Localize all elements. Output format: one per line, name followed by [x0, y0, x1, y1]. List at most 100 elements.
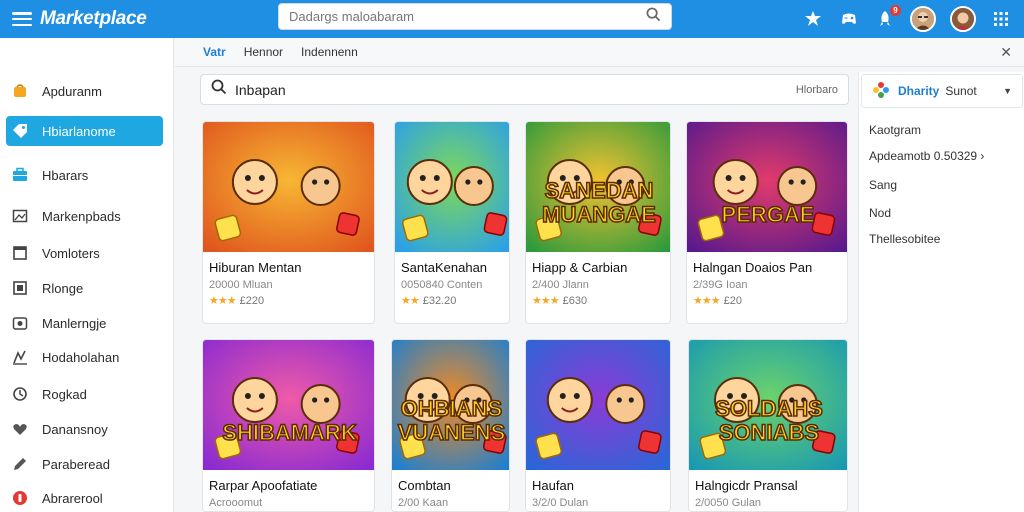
game-card[interactable]: Hiburan Mentan 20000 Mluan ★★★ £220 — [202, 121, 375, 324]
star-icon: ★★★ — [532, 295, 560, 307]
menu-icon[interactable] — [12, 12, 32, 26]
sidebar-item-apduranm[interactable]: Apduranm — [6, 76, 163, 106]
tag-icon — [12, 123, 28, 139]
sidebar-item-label: Abrarerool — [42, 490, 103, 506]
sort-label: Dharity — [898, 84, 940, 98]
chart-icon — [12, 349, 28, 365]
game-title[interactable]: Hiburan Mentan — [209, 260, 374, 275]
game-thumbnail[interactable] — [526, 340, 670, 470]
game-subtitle: 0050840 Conten — [401, 279, 483, 291]
top-search-input[interactable] — [289, 9, 646, 24]
tab-hennor[interactable]: Hennor — [244, 45, 283, 59]
game-subtitle: 2/39G Ioan — [693, 279, 748, 291]
game-thumbnail[interactable]: SHIBAMARK — [203, 340, 374, 470]
game-card[interactable]: OHBIANSVUANENS Combtan 2/00 Kaan ★★ £650 — [391, 339, 510, 512]
game-thumbnail[interactable]: OHBIANS VUANENS — [392, 340, 509, 470]
game-title[interactable]: Rarpar Apoofatiate — [209, 478, 374, 493]
sub-tab-bar: Vatr Hennor Indennenn ✕ — [175, 38, 1024, 67]
sidebar-item-rlonge[interactable]: Rlonge — [6, 273, 163, 303]
app-title: Marketplace — [40, 8, 147, 29]
game-title[interactable]: Combtan — [398, 478, 509, 493]
svg-text:SOLDAHS: SOLDAHS — [715, 396, 823, 421]
sidebar-item-paraberead[interactable]: Paraberead — [6, 449, 163, 479]
search-icon[interactable] — [646, 7, 661, 27]
game-thumbnail[interactable]: PERGAE — [687, 122, 847, 252]
tab-indennenn[interactable]: Indennenn — [301, 45, 358, 59]
game-thumbnail[interactable] — [203, 122, 374, 252]
sidebar-item-label: Hbiarlanome — [42, 123, 116, 139]
game-subtitle: 20000 Mluan — [209, 279, 273, 291]
star-icon: ★★ — [401, 295, 420, 307]
sidebar-item-label: Manlerngje — [42, 315, 107, 331]
game-subtitle: 3/2/0 Dulan — [532, 497, 589, 509]
sidebar-item-hbiarlanome[interactable]: Hbiarlanome — [6, 116, 163, 146]
game-subtitle: 2/0050 Gulan — [695, 497, 762, 509]
chevron-down-icon: ▼ — [1003, 86, 1012, 96]
game-rating: ★★★ £220 — [209, 294, 374, 308]
square-icon — [12, 245, 28, 261]
search-hint: Hlorbaro — [795, 83, 838, 96]
rocket-icon[interactable]: 9 — [874, 5, 901, 30]
game-rating: ★★★ £630 — [532, 294, 670, 308]
sidebar-item-markenpbads[interactable]: Markenpbads — [6, 201, 163, 231]
briefcase-icon — [12, 167, 28, 183]
close-icon[interactable]: ✕ — [1000, 44, 1012, 61]
filter-option[interactable]: Thellesobitee — [869, 232, 940, 246]
game-price: £630 — [562, 294, 588, 307]
filter-option[interactable]: Apdeamotb 0.50329 › — [869, 149, 984, 163]
sidebar-item-danansnoy[interactable]: Danansnoy — [6, 414, 163, 444]
notification-badge: 9 — [890, 5, 901, 16]
game-thumbnail[interactable]: SANEDAN MUANGAE — [526, 122, 670, 252]
tab-vatr[interactable]: Vatr — [203, 45, 226, 59]
top-icons: 9 — [802, 0, 1012, 38]
sort-value: Sunot — [945, 84, 977, 98]
content-search-input[interactable] — [235, 81, 796, 98]
sidebar-item-hbarars[interactable]: Hbarars — [6, 160, 163, 190]
sidebar-item-vomloters[interactable]: Vomloters — [6, 238, 163, 268]
avatar[interactable] — [910, 6, 936, 32]
game-thumbnail[interactable]: SOLDAHS SONIABS — [689, 340, 847, 470]
game-rating: ★★★ £20 — [693, 294, 847, 308]
sidebar-item-abrarerool[interactable]: Abrarerool — [6, 483, 163, 512]
sidebar-item-rogkad[interactable]: Rogkad — [6, 379, 163, 409]
gamepad-icon[interactable] — [838, 8, 860, 30]
game-card[interactable]: SantaKenahan 0050840 Conten ★★ £32.20 — [394, 121, 510, 324]
game-card[interactable]: SANEDAN MUANGAE Hiapp & Carbian 2/400 Jla… — [525, 121, 671, 324]
filter-option[interactable]: Sang — [869, 178, 897, 192]
bag-icon — [12, 83, 28, 99]
clock-icon — [12, 386, 28, 402]
game-card[interactable]: Haufan 3/2/0 Dulan ★★★ £140 — [525, 339, 671, 512]
game-card[interactable]: SHIBAMARK Rarpar Apoofatiate Acrooomut ★… — [202, 339, 375, 512]
record-icon — [12, 490, 28, 506]
content-search-bar[interactable]: Hlorbaro — [200, 74, 849, 105]
filter-option[interactable]: Nod — [869, 206, 891, 220]
top-app-bar: Marketplace 9 — [0, 0, 1024, 38]
svg-text:MUANGAE: MUANGAE — [542, 202, 656, 227]
grid-icon[interactable] — [990, 8, 1012, 30]
star-icon: ★★★ — [693, 295, 721, 307]
user-avatar[interactable] — [950, 6, 976, 32]
sidebar-item-hodaholahan[interactable]: Hodaholahan — [6, 342, 163, 372]
game-title[interactable]: Hiapp & Carbian — [532, 260, 670, 275]
sidebar-item-label: Vomloters — [42, 245, 100, 261]
filter-panel: Dharity Sunot ▼ Kaotgram Apdeamotb 0.503… — [858, 72, 1024, 512]
game-title[interactable]: SantaKenahan — [401, 260, 509, 275]
color-wheel-icon — [872, 81, 890, 102]
game-price: £220 — [239, 294, 265, 307]
game-price: £32.20 — [422, 294, 457, 307]
pen-icon — [12, 456, 28, 472]
game-title[interactable]: Haufan — [532, 478, 670, 493]
game-card[interactable]: PERGAE Halngan Doaios Pan 2/39G Ioan ★★★… — [686, 121, 848, 324]
filter-option[interactable]: Kaotgram — [869, 123, 921, 137]
game-thumbnail[interactable] — [395, 122, 509, 252]
sidebar-item-label: Danansnoy — [42, 421, 108, 437]
svg-text:VUANENS: VUANENS — [398, 420, 506, 445]
sidebar-item-manlerngje[interactable]: Manlerngje — [6, 308, 163, 338]
apps-icon[interactable] — [802, 8, 824, 30]
game-title[interactable]: Halngan Doaios Pan — [693, 260, 847, 275]
sort-select[interactable]: Dharity Sunot ▼ — [861, 74, 1023, 108]
top-search-bar[interactable] — [278, 3, 672, 30]
game-card[interactable]: SOLDAHS SONIABS Halngicdr Pransal 2/0050 … — [688, 339, 848, 512]
camera-icon — [12, 315, 28, 331]
game-title[interactable]: Halngicdr Pransal — [695, 478, 847, 493]
